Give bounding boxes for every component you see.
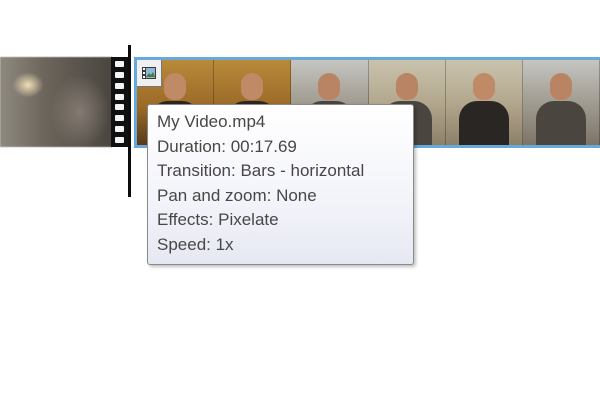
tooltip-transition: Transition: Bars - horizontal	[157, 161, 365, 180]
tooltip-effects: Effects: Pixelate	[157, 210, 279, 229]
film-sprocket-strip	[111, 57, 128, 147]
clip-frame	[445, 60, 523, 145]
film-clip-icon	[137, 60, 162, 87]
tooltip-filename: My Video.mp4	[157, 112, 266, 131]
tooltip-speed: Speed: 1x	[157, 234, 234, 254]
previous-clip-thumbnail[interactable]	[0, 57, 112, 147]
tooltip-duration: Duration: 00:17.69	[157, 136, 297, 156]
storyboard-timeline: My Video.mp4 Duration: 00:17.69 Transiti…	[0, 0, 600, 413]
tooltip-pan-zoom: Pan and zoom: None	[157, 185, 317, 205]
playhead-indicator[interactable]	[128, 45, 131, 197]
clip-frame	[522, 60, 600, 145]
clip-info-tooltip: My Video.mp4 Duration: 00:17.69 Transiti…	[147, 104, 414, 265]
